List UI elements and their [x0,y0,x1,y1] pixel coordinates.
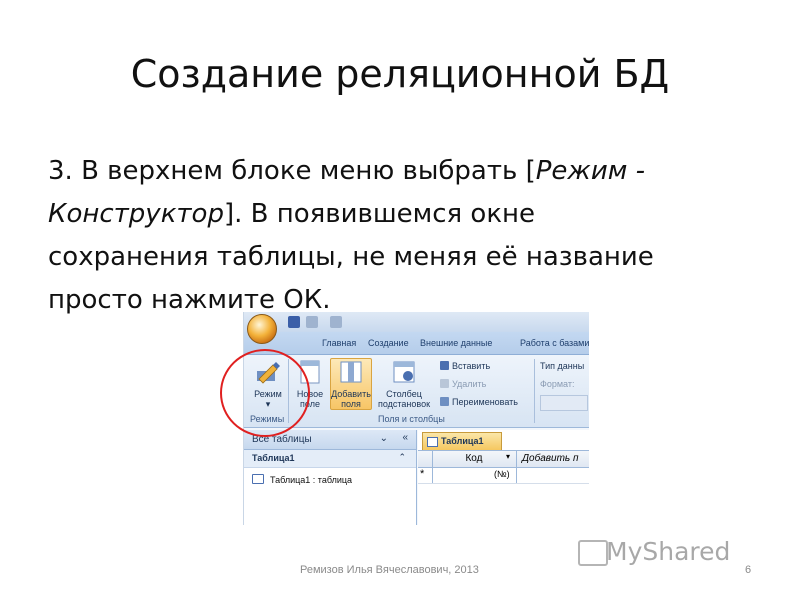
chevron-up-icon[interactable]: ⌃ [398,452,406,463]
autonumber-cell[interactable]: (№) [494,469,510,479]
tab-external-data[interactable]: Внешние данные [420,338,492,348]
insert-button[interactable]: Вставить [440,361,490,371]
nav-item-table1[interactable]: Таблица1 : таблица [244,468,416,485]
format-controls[interactable] [540,395,588,411]
tab-database-tools[interactable]: Работа с базами [520,338,589,348]
tab-create[interactable]: Создание [368,338,409,348]
datasheet-header-row: Код ▾ Добавить п [418,450,589,468]
add-fields-button[interactable]: Добавить поля [330,358,372,410]
ribbon-tabs: Главная Создание Внешние данные Работа с… [244,332,589,355]
group-label-fields: Поля и столбцы [378,414,445,424]
lookup-column-icon [393,361,415,383]
table-icon [252,474,264,484]
footer-author: Ремизов Илья Вячеславович, 2013 [300,564,479,576]
new-row-icon: * [420,468,425,480]
table-icon [427,437,438,447]
chevron-down-icon[interactable]: ▾ [506,452,510,461]
lookup-column-button[interactable]: Столбец подстановок [376,359,432,409]
tab-table1[interactable]: Таблица1 [422,432,502,450]
quick-access-toolbar [244,312,589,332]
highlight-circle [220,349,310,437]
page-number: 6 [745,564,752,576]
insert-icon [440,361,449,370]
body-text: 3. В верхнем блоке меню выбрать [ [48,156,536,186]
body-italic-mode: Режим - [535,156,646,186]
body-text: ]. В появившемся окне [223,199,536,229]
delete-button[interactable]: Удалить [440,379,486,389]
watermark: MyShared [606,537,731,566]
add-fields-label: Добавить поля [331,389,371,409]
body-line-2: Конструктор]. В появившемся окне [48,193,768,236]
table-row[interactable]: * (№) [418,467,589,484]
body-italic-designer: Конструктор [48,199,224,229]
rename-button[interactable]: Переименовать [440,397,518,407]
undo-icon[interactable] [306,316,318,328]
data-type-label: Тип данны [540,361,585,371]
column-header-code[interactable]: Код [434,453,514,464]
delete-icon [440,379,449,388]
row-selector-header[interactable] [418,451,433,467]
navigation-pane: Все таблицы ⌄ « Таблица1 ⌃ Таблица1 : та… [244,430,417,525]
collapse-icon[interactable]: « [402,432,408,443]
slide-body: 3. В верхнем блоке меню выбрать [Режим -… [48,150,768,322]
body-line-1: 3. В верхнем блоке меню выбрать [Режим - [48,150,768,193]
office-button[interactable] [247,314,277,344]
format-label: Формат: [540,379,575,389]
redo-icon[interactable] [330,316,342,328]
slide-title: Создание реляционной БД [130,52,670,96]
tab-home[interactable]: Главная [322,338,356,348]
add-fields-icon [340,361,362,383]
column-header-add[interactable]: Добавить п [522,453,578,464]
datasheet: Таблица1 Код ▾ Добавить п * (№) [418,430,589,525]
nav-group-table1[interactable]: Таблица1 ⌃ [244,450,416,468]
rename-icon [440,397,449,406]
body-line-3: сохранения таблицы, не меняя её название [48,242,654,272]
group-separator [534,359,535,423]
chevron-down-icon[interactable]: ⌄ [380,433,388,444]
myshared-logo-icon [578,540,608,566]
lookup-column-label: Столбец подстановок [377,389,431,409]
save-icon[interactable] [288,316,300,328]
